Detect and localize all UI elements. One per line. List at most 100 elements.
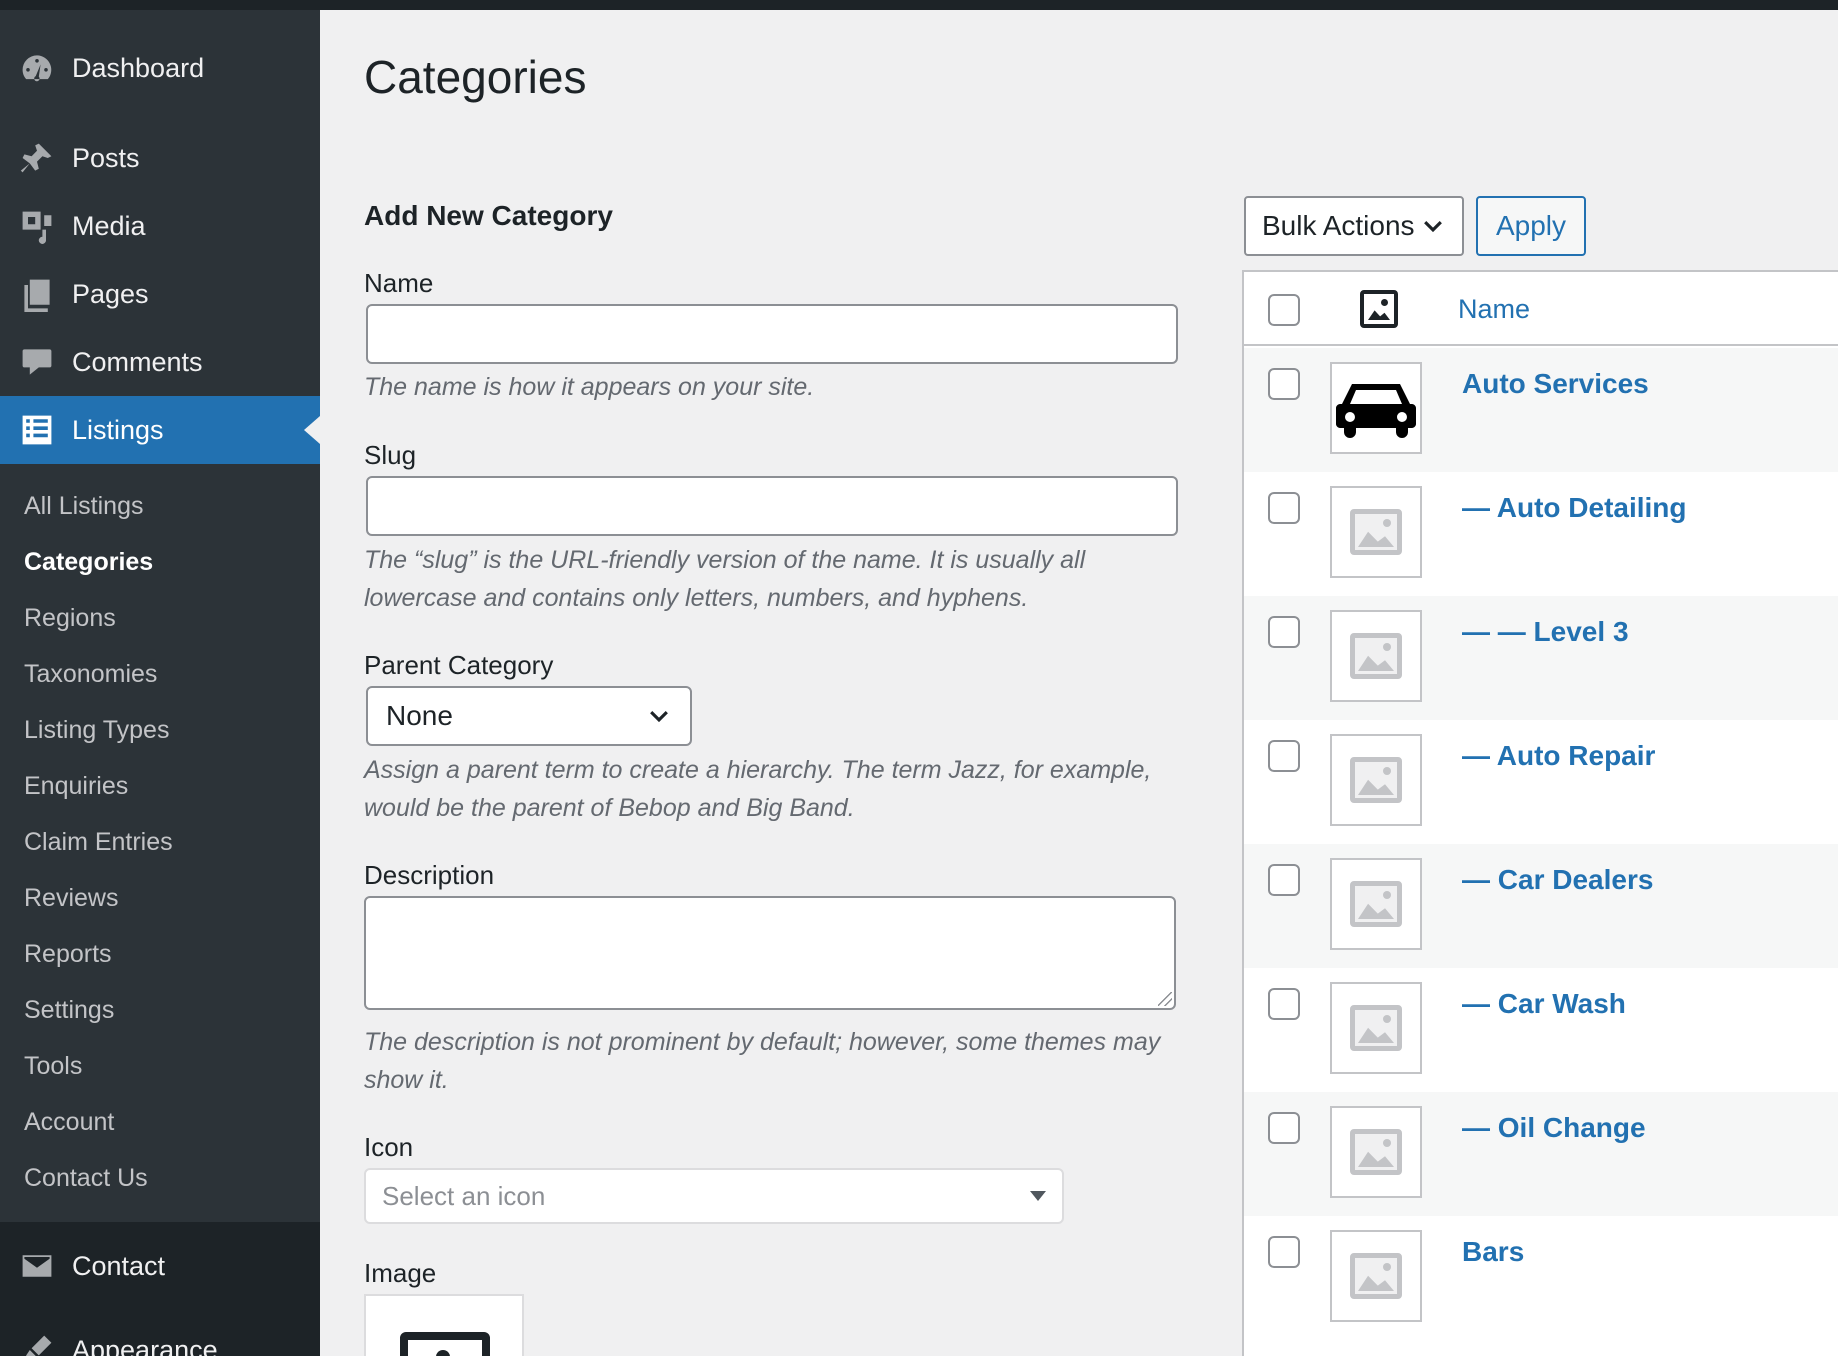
table-row: — Oil Change <box>1244 1092 1838 1216</box>
submenu-taxonomies[interactable]: Taxonomies <box>24 660 157 689</box>
description-textarea[interactable] <box>364 896 1176 1010</box>
image-placeholder-icon <box>1350 1005 1402 1051</box>
row-name-link[interactable]: — Oil Change <box>1462 1112 1646 1144</box>
menu-appearance-label: Appearance <box>72 1334 218 1356</box>
image-column-icon <box>1360 290 1398 328</box>
chevron-down-icon <box>1424 220 1442 233</box>
row-checkbox[interactable] <box>1268 988 1300 1020</box>
page-title: Categories <box>364 51 587 103</box>
row-checkbox[interactable] <box>1268 616 1300 648</box>
menu-dashboard-label: Dashboard <box>72 52 205 83</box>
row-checkbox[interactable] <box>1268 492 1300 524</box>
submenu-reviews[interactable]: Reviews <box>24 884 118 913</box>
row-name-link[interactable]: — Car Wash <box>1462 988 1626 1020</box>
submenu-reports[interactable]: Reports <box>24 940 112 969</box>
name-input[interactable] <box>366 304 1178 364</box>
admin-top-bar <box>0 0 1838 10</box>
bulk-actions-label: Bulk Actions <box>1262 210 1415 241</box>
row-name-link[interactable]: — — Level 3 <box>1462 616 1629 648</box>
description-help: The description is not prominent by defa… <box>364 1028 1161 1094</box>
list-icon <box>16 409 58 451</box>
row-thumbnail <box>1330 486 1422 578</box>
chevron-down-icon <box>650 710 668 723</box>
image-placeholder-icon <box>1350 757 1402 803</box>
icon-select[interactable]: Select an icon <box>364 1168 1064 1224</box>
row-checkbox[interactable] <box>1268 740 1300 772</box>
parent-category-label: Parent Category <box>364 650 554 680</box>
submenu-regions[interactable]: Regions <box>24 604 116 633</box>
menu-comments[interactable]: Comments <box>0 328 320 396</box>
row-thumbnail <box>1330 858 1422 950</box>
row-checkbox[interactable] <box>1268 368 1300 400</box>
slug-label: Slug <box>364 440 417 470</box>
submenu-tools[interactable]: Tools <box>24 1052 82 1081</box>
listings-submenu: All Listings Categories Regions Taxonomi… <box>0 464 320 1222</box>
add-new-category-heading: Add New Category <box>364 200 613 231</box>
parent-category-select[interactable]: None <box>366 686 692 746</box>
menu-pages-label: Pages <box>72 278 149 309</box>
submenu-all-listings[interactable]: All Listings <box>24 492 144 521</box>
bulk-actions-select[interactable]: Bulk Actions <box>1244 196 1464 256</box>
menu-listings[interactable]: Listings <box>0 396 320 464</box>
parent-category-help: Assign a parent term to create a hierarc… <box>364 756 1152 822</box>
menu-listings-label: Listings <box>72 414 164 445</box>
menu-appearance[interactable]: Appearance <box>0 1316 320 1356</box>
image-placeholder-icon <box>1350 633 1402 679</box>
image-placeholder-icon <box>400 1332 490 1356</box>
icon-select-placeholder: Select an icon <box>382 1180 546 1211</box>
table-row: — Car Dealers <box>1244 844 1838 968</box>
parent-category-value: None <box>386 700 453 731</box>
table-row: — Car Wash <box>1244 968 1838 1092</box>
row-name-link[interactable]: Bars <box>1462 1236 1524 1268</box>
slug-help: The “slug” is the URL-friendly version o… <box>364 546 1086 612</box>
submenu-account[interactable]: Account <box>24 1108 114 1137</box>
table-row: Bars <box>1244 1216 1838 1340</box>
image-upload-box[interactable] <box>364 1294 524 1356</box>
media-icon <box>16 205 58 247</box>
image-placeholder-icon <box>1350 881 1402 927</box>
row-checkbox[interactable] <box>1268 1112 1300 1144</box>
row-name-link[interactable]: Auto Services <box>1462 368 1649 400</box>
menu-pages[interactable]: Pages <box>0 260 320 328</box>
row-thumbnail <box>1330 1106 1422 1198</box>
row-checkbox[interactable] <box>1268 1236 1300 1268</box>
submenu-claim-entries[interactable]: Claim Entries <box>24 828 173 857</box>
submenu-enquiries[interactable]: Enquiries <box>24 772 128 801</box>
table-row: — Auto Repair <box>1244 720 1838 844</box>
image-placeholder-icon <box>1350 1129 1402 1175</box>
name-column-header[interactable]: Name <box>1458 294 1530 325</box>
row-name-link[interactable]: — Auto Detailing <box>1462 492 1687 524</box>
menu-media[interactable]: Media <box>0 192 320 260</box>
paintbrush-icon <box>16 1329 58 1356</box>
menu-media-label: Media <box>72 210 146 241</box>
name-help: The name is how it appears on your site. <box>364 373 815 401</box>
table-row: — — Level 3 <box>1244 596 1838 720</box>
submenu-listing-types[interactable]: Listing Types <box>24 716 169 745</box>
apply-button[interactable]: Apply <box>1476 196 1586 256</box>
categories-table: Name Auto Services — Auto Detailing — — … <box>1242 270 1838 1356</box>
menu-posts-label: Posts <box>72 142 140 173</box>
slug-input[interactable] <box>366 476 1178 536</box>
icon-label: Icon <box>364 1132 414 1162</box>
menu-posts[interactable]: Posts <box>0 124 320 192</box>
resize-grip-icon[interactable] <box>1158 992 1172 1006</box>
submenu-categories[interactable]: Categories <box>24 548 153 577</box>
row-checkbox[interactable] <box>1268 864 1300 896</box>
envelope-icon <box>16 1245 58 1287</box>
dashboard-icon <box>16 47 58 89</box>
row-name-link[interactable]: — Car Dealers <box>1462 864 1653 896</box>
menu-comments-label: Comments <box>72 346 203 377</box>
table-header: Name <box>1244 272 1838 346</box>
select-all-checkbox[interactable] <box>1268 294 1300 326</box>
pages-icon <box>16 273 58 315</box>
menu-dashboard[interactable]: Dashboard <box>0 34 320 102</box>
image-placeholder-icon <box>1350 509 1402 555</box>
image-placeholder-icon <box>1350 1253 1402 1299</box>
menu-contact[interactable]: Contact <box>0 1232 320 1300</box>
car-icon <box>1336 384 1416 438</box>
row-name-link[interactable]: — Auto Repair <box>1462 740 1655 772</box>
row-thumbnail <box>1330 734 1422 826</box>
submenu-contact-us[interactable]: Contact Us <box>24 1164 148 1193</box>
image-label: Image <box>364 1258 437 1288</box>
submenu-settings[interactable]: Settings <box>24 996 114 1025</box>
